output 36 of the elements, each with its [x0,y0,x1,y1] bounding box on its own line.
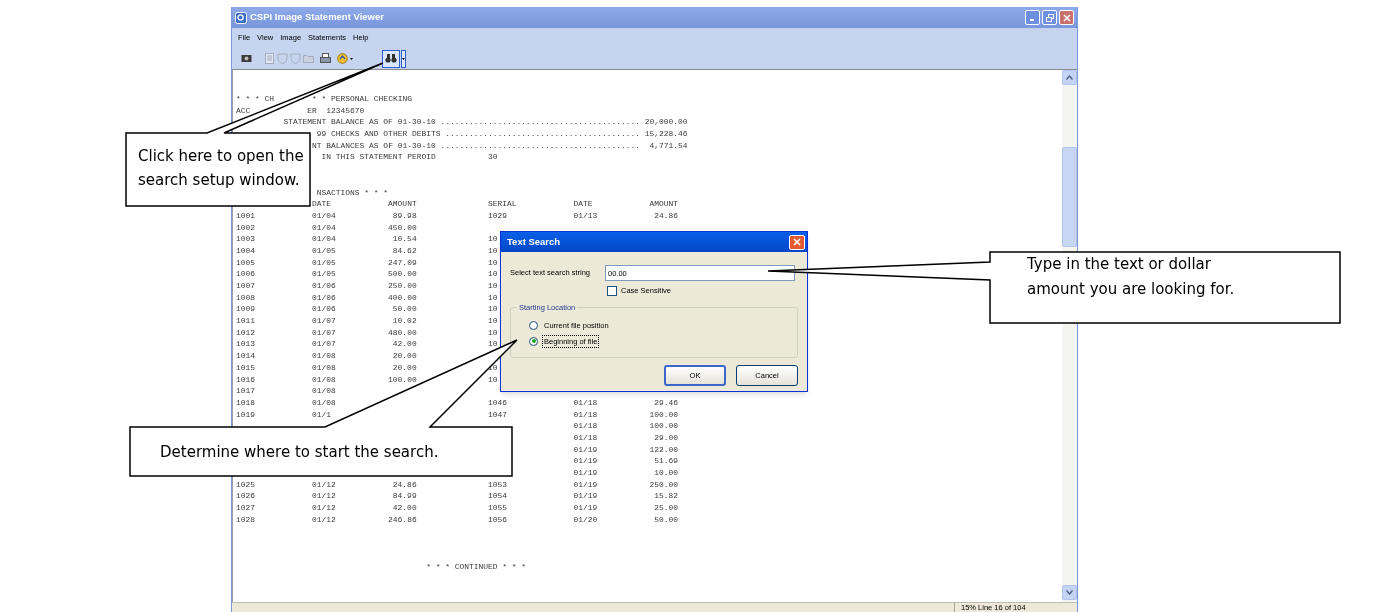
scrollbar-thumb[interactable] [1062,147,1077,247]
binoculars-icon [385,53,397,64]
restore-button[interactable] [1042,10,1057,25]
dropdown-button[interactable] [401,49,406,68]
toolbar-button[interactable] [382,49,400,68]
callout-text: Determine where to start the search. [160,442,440,463]
circle-icon [336,53,348,64]
chevron-up-icon [1066,75,1073,80]
shield-icon [289,53,301,64]
close-button[interactable] [789,234,805,250]
printer-icon [319,53,331,64]
chevron-down-icon [1066,590,1073,595]
document-icon [263,53,275,64]
close-icon [1062,13,1071,22]
checkbox[interactable] [607,285,617,296]
callout-text: Type in the text or dollar amount you are looking for. [1027,254,1236,300]
caret-icon [350,57,353,60]
radio-button[interactable] [529,320,538,330]
restore-icon [1045,13,1054,22]
toolbar-button[interactable] [319,52,331,65]
toolbar-button[interactable] [240,52,252,65]
minimize-button[interactable] [1025,10,1040,25]
radio-button[interactable] [529,336,538,346]
close-icon [793,238,801,246]
camera-icon [240,53,252,64]
scroll-down-button[interactable] [1062,585,1077,600]
app-icon [235,11,247,24]
toolbar-button[interactable] [336,52,348,65]
window-title: CSPI Image Statement Viewer [250,10,384,25]
dialog-title: Text Search [507,234,561,249]
close-button[interactable] [1059,10,1074,25]
scroll-up-button[interactable] [1062,70,1077,85]
shield-icon [276,53,288,64]
caret-icon [402,57,405,60]
callout-text: Click here to open the search setup window. [138,146,305,191]
folder-icon [302,53,314,64]
